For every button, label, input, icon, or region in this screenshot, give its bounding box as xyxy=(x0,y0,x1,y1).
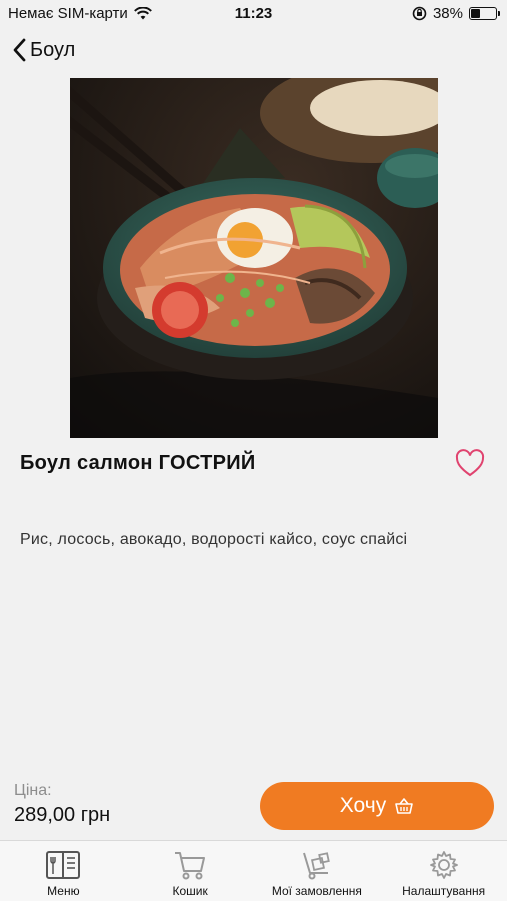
heart-icon xyxy=(455,449,485,477)
want-button[interactable]: Хочу xyxy=(260,782,494,830)
tab-label: Мої замовлення xyxy=(271,884,362,898)
tab-label: Кошик xyxy=(172,884,208,898)
back-button[interactable]: Боул xyxy=(12,38,75,62)
cart-icon xyxy=(175,852,206,880)
back-label: Боул xyxy=(30,38,76,61)
orientation-lock-icon xyxy=(412,6,427,21)
tab-bar: Меню Кошик Мої замовлення Налаштування xyxy=(0,840,507,901)
tab-label: Налаштування xyxy=(402,884,486,898)
basket-icon xyxy=(395,798,414,814)
battery-level xyxy=(471,9,480,18)
price-value: 289,00 грн xyxy=(14,804,111,826)
chevron-left-icon xyxy=(13,38,26,62)
favorite-button[interactable] xyxy=(454,448,486,480)
tab-my-orders[interactable]: Мої замовлення xyxy=(254,841,381,901)
battery-icon xyxy=(469,7,500,20)
tab-settings[interactable]: Налаштування xyxy=(380,841,507,901)
battery-percent: 38% xyxy=(432,5,463,22)
product-description: Рис, лосось, авокадо, водорості кайсо, с… xyxy=(20,531,408,548)
gear-icon xyxy=(429,851,458,879)
status-right: 38% xyxy=(412,5,500,22)
tab-label: Меню xyxy=(47,884,80,898)
menu-book-icon xyxy=(46,851,81,879)
product-title: Боул салмон ГОСТРИЙ xyxy=(20,452,256,474)
status-bar: Немає SIM-карти 11:23 38% xyxy=(0,0,507,28)
want-button-label: Хочу xyxy=(339,794,387,817)
tab-cart[interactable]: Кошик xyxy=(127,841,254,901)
product-image xyxy=(70,78,438,438)
tab-menu[interactable]: Меню xyxy=(0,841,127,901)
price-label: Ціна: xyxy=(14,782,52,799)
delivery-cart-icon xyxy=(302,852,330,880)
